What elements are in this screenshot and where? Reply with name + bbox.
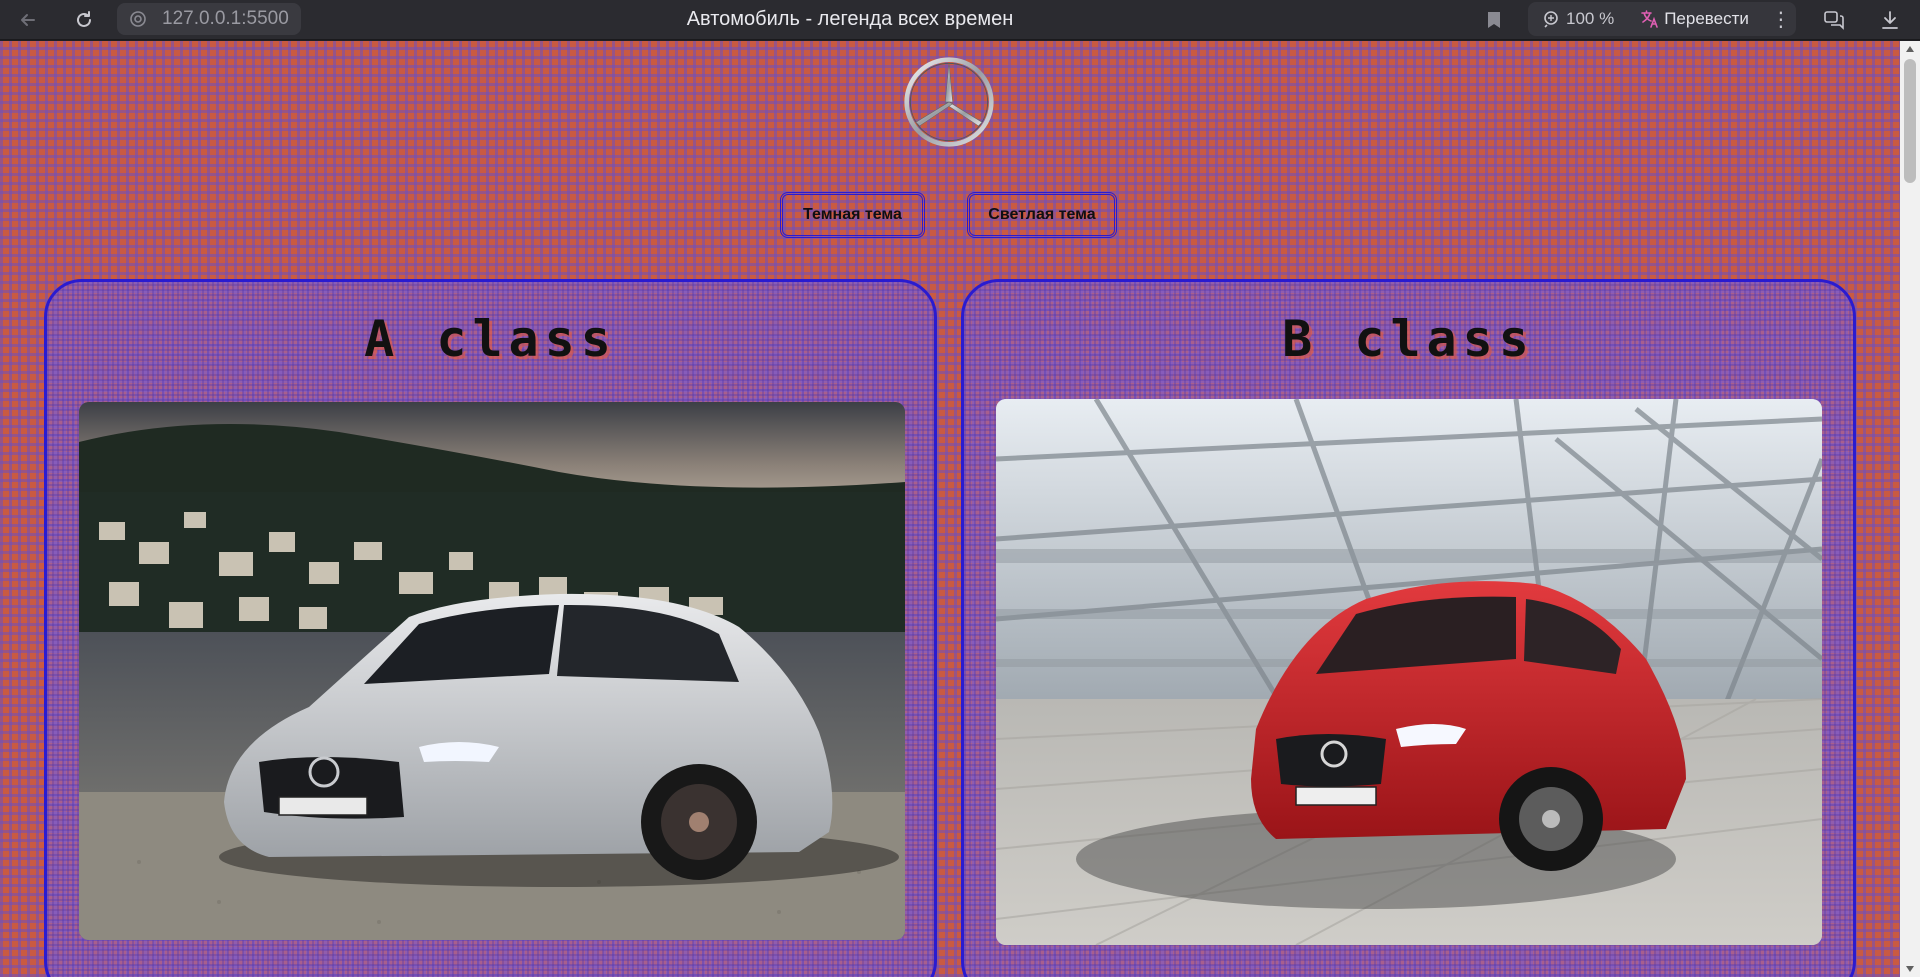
download-icon — [1882, 11, 1898, 29]
zoom-control[interactable]: 100 % — [1542, 9, 1614, 29]
zoom-level: 100 % — [1566, 9, 1615, 28]
car-photo-a-class — [79, 402, 905, 940]
reload-button[interactable] — [70, 6, 98, 34]
card-title: B class — [1282, 310, 1535, 368]
downloads-button[interactable] — [1876, 6, 1904, 34]
card-title: A class — [364, 310, 617, 368]
address-url: 127.0.0.1:5500 — [162, 8, 289, 29]
arrow-left-icon — [21, 14, 35, 26]
extensions-button[interactable] — [1820, 6, 1848, 34]
translate-label: Перевести — [1664, 9, 1749, 28]
bookmark-button[interactable] — [1481, 6, 1507, 34]
scrollbar-thumb[interactable] — [1904, 59, 1916, 183]
toolbar-pill: 100 % Перевести ⋮ — [1528, 2, 1796, 36]
scroll-down-arrow-icon[interactable] — [1900, 961, 1920, 977]
scroll-up-arrow-icon[interactable] — [1900, 41, 1920, 57]
chat-bubbles-icon — [1824, 11, 1844, 30]
mercedes-logo — [904, 57, 994, 147]
bookmark-icon — [1488, 12, 1500, 28]
zoom-icon — [1544, 11, 1558, 28]
car-card-b-class: B class — [961, 279, 1856, 977]
page-body: Темная тема Светлая тема A class B class — [0, 41, 1900, 977]
translate-button[interactable]: Перевести — [1640, 9, 1749, 29]
reload-icon — [77, 11, 91, 27]
back-button[interactable] — [14, 6, 42, 34]
car-card-a-class: A class — [44, 279, 937, 977]
browser-toolbar: 127.0.0.1:5500 Автомобиль - легенда всех… — [0, 0, 1920, 40]
dark-theme-button[interactable]: Темная тема — [780, 192, 925, 238]
page-scrollbar[interactable] — [1900, 41, 1920, 977]
more-menu-icon[interactable]: ⋮ — [1771, 7, 1791, 32]
translate-icon — [1641, 10, 1659, 28]
car-photo-b-class — [996, 399, 1822, 945]
page-title: Автомобиль - легенда всех времен — [686, 8, 1014, 30]
light-theme-button[interactable]: Светлая тема — [967, 192, 1117, 238]
site-info-icon[interactable] — [126, 7, 150, 31]
address-bar[interactable]: 127.0.0.1:5500 — [117, 3, 301, 35]
